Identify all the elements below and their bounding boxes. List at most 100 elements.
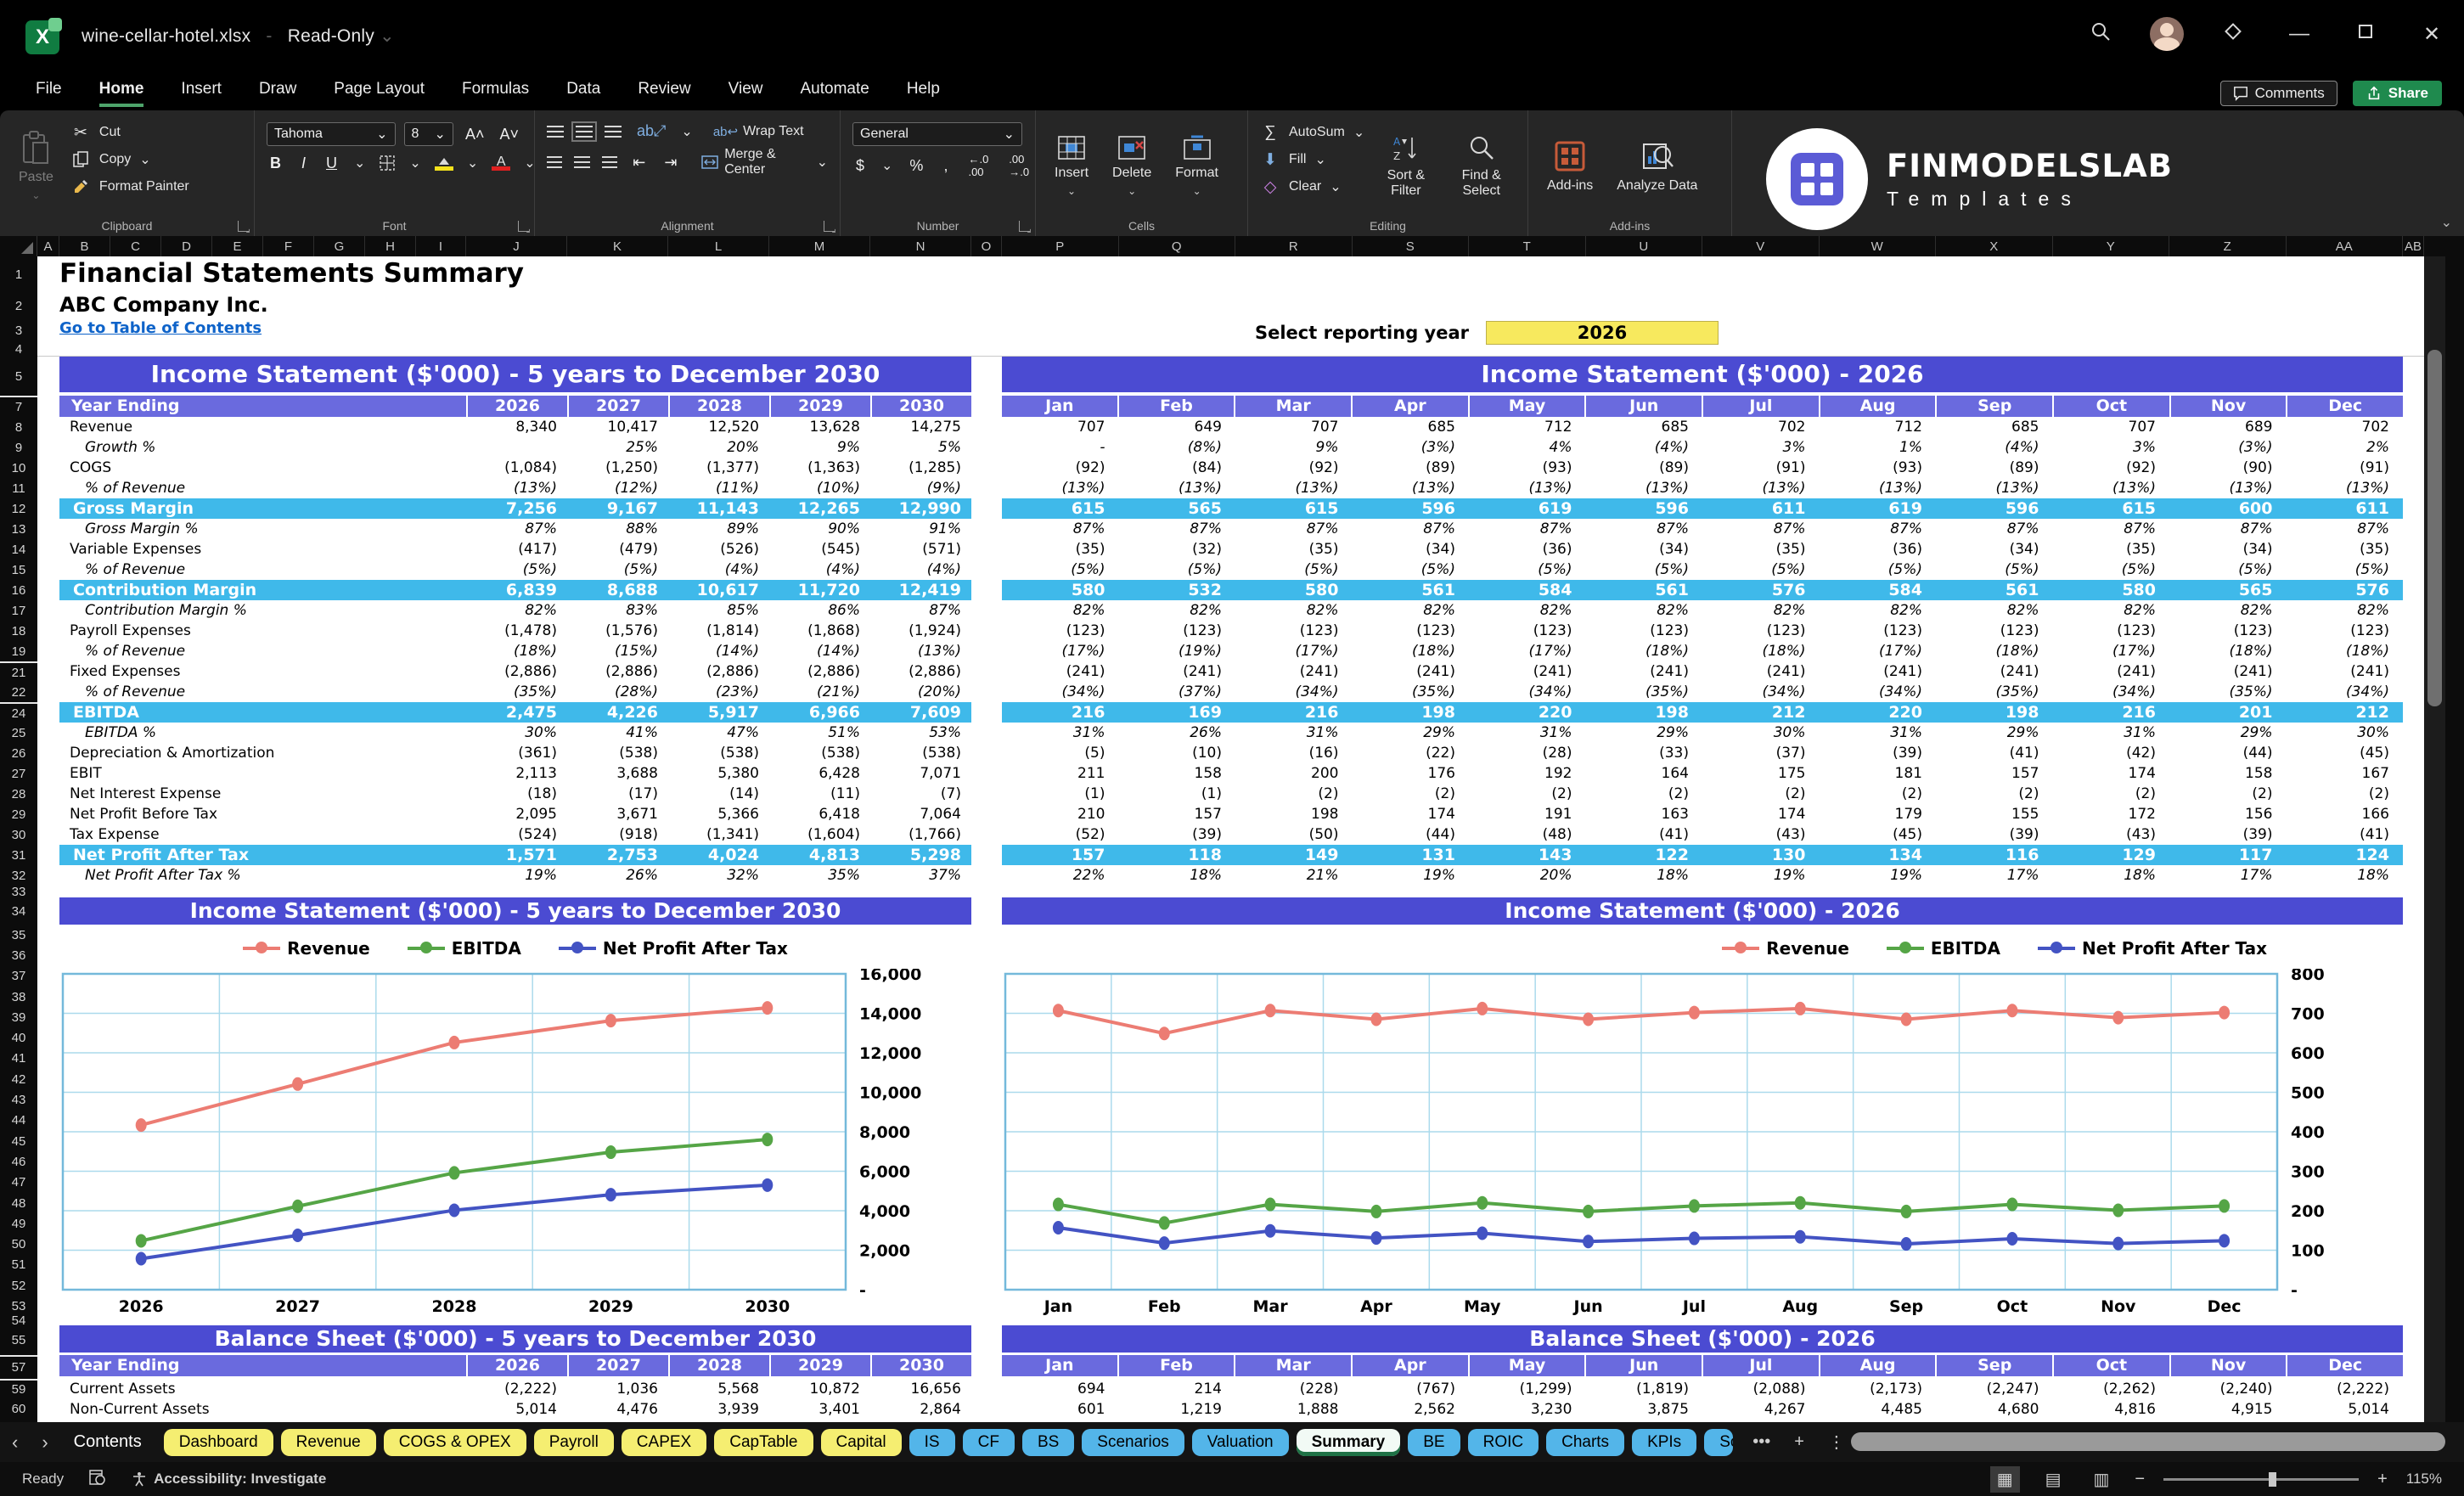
cell[interactable]: (241) bbox=[1002, 661, 1119, 682]
cell[interactable]: 164 bbox=[1586, 763, 1703, 784]
cell[interactable]: (17%) bbox=[1469, 641, 1586, 661]
cell[interactable]: 596 bbox=[1936, 498, 2053, 519]
next-sheet-icon[interactable]: › bbox=[30, 1431, 59, 1454]
row-header-52[interactable]: 52 bbox=[0, 1275, 37, 1296]
sheet-tab-dashboard[interactable]: Dashboard bbox=[163, 1428, 273, 1456]
cell[interactable]: (13%) bbox=[2169, 478, 2287, 498]
cell[interactable]: (43) bbox=[1702, 824, 1820, 845]
cell[interactable]: (34%) bbox=[2287, 682, 2404, 702]
cell[interactable]: 619 bbox=[1469, 498, 1586, 519]
cell[interactable]: (123) bbox=[1469, 621, 1586, 641]
cell[interactable]: 3,688 bbox=[567, 763, 668, 784]
cell[interactable]: (9%) bbox=[870, 478, 971, 498]
sheet-tab-be[interactable]: BE bbox=[1408, 1428, 1460, 1456]
cell[interactable]: (18%) bbox=[1702, 641, 1820, 661]
cell[interactable]: (89) bbox=[1353, 458, 1470, 478]
row-header-54[interactable]: 54 bbox=[0, 1313, 37, 1328]
cell[interactable]: (34%) bbox=[1235, 682, 1353, 702]
cell[interactable]: (36) bbox=[1820, 539, 1937, 560]
cell[interactable]: 85% bbox=[668, 600, 769, 621]
cell[interactable]: (1) bbox=[1119, 784, 1236, 804]
period-header-cell[interactable]: Oct bbox=[2052, 1355, 2169, 1376]
cell[interactable]: 3% bbox=[1702, 437, 1820, 458]
period-header-cell[interactable]: Mar bbox=[1234, 1355, 1351, 1376]
cell[interactable]: 156 bbox=[2169, 804, 2287, 824]
cell[interactable]: (41) bbox=[1586, 824, 1703, 845]
row-header-36[interactable]: 36 bbox=[0, 945, 37, 965]
cell[interactable]: 30% bbox=[466, 723, 567, 743]
cell[interactable]: 6,966 bbox=[769, 702, 870, 723]
cell[interactable]: 176 bbox=[1353, 763, 1470, 784]
cell[interactable]: 22% bbox=[1002, 865, 1119, 886]
row-label-cell[interactable]: Revenue bbox=[59, 417, 466, 437]
cell[interactable]: (11%) bbox=[668, 478, 769, 498]
cell[interactable]: 89% bbox=[668, 519, 769, 539]
cell[interactable]: (89) bbox=[1936, 458, 2053, 478]
paste-button[interactable]: Paste ⌄ bbox=[12, 119, 60, 214]
cell[interactable]: 31% bbox=[1469, 723, 1586, 743]
cell[interactable]: 5,366 bbox=[668, 804, 769, 824]
row-header-16[interactable]: 16 bbox=[0, 580, 37, 600]
menu-tab-view[interactable]: View bbox=[729, 80, 763, 107]
cell[interactable]: 31% bbox=[1002, 723, 1119, 743]
percent-style-button[interactable]: % bbox=[906, 157, 926, 175]
row-header-45[interactable]: 45 bbox=[0, 1131, 37, 1151]
cell[interactable]: (767) bbox=[1353, 1379, 1470, 1399]
cell[interactable]: (1,766) bbox=[870, 824, 971, 845]
cell[interactable]: (123) bbox=[1119, 621, 1236, 641]
sheet-tab-cf[interactable]: CF bbox=[962, 1428, 1015, 1456]
cell[interactable]: 649 bbox=[1119, 417, 1236, 437]
cell[interactable]: 11,143 bbox=[668, 498, 769, 519]
cell[interactable]: (538) bbox=[870, 743, 971, 763]
increase-decimal-button[interactable]: ←.0.00 bbox=[965, 153, 992, 178]
cell[interactable]: 8,340 bbox=[466, 417, 567, 437]
cell[interactable]: 685 bbox=[1353, 417, 1470, 437]
sheet-options-icon[interactable]: ⋮ bbox=[1828, 1431, 1845, 1453]
cell[interactable]: 19% bbox=[466, 865, 567, 886]
cell[interactable]: 2,753 bbox=[567, 845, 668, 865]
cell[interactable]: (13%) bbox=[2053, 478, 2170, 498]
cell[interactable]: (3%) bbox=[2169, 437, 2287, 458]
period-header-cell[interactable]: Jan bbox=[1002, 1355, 1117, 1376]
period-header-cell[interactable]: Feb bbox=[1117, 396, 1235, 417]
cell[interactable]: 86% bbox=[769, 600, 870, 621]
cell[interactable]: (13%) bbox=[1119, 478, 1236, 498]
clear-button[interactable]: ◇ Clear ⌄ bbox=[1260, 177, 1364, 197]
row-header-31[interactable]: 31 bbox=[0, 845, 37, 865]
cell[interactable]: 134 bbox=[1820, 845, 1937, 865]
font-color-button[interactable]: A bbox=[492, 155, 511, 171]
cell[interactable]: (18%) bbox=[2169, 641, 2287, 661]
cell[interactable]: (91) bbox=[1702, 458, 1820, 478]
search-icon[interactable] bbox=[2084, 21, 2118, 48]
row-header-28[interactable]: 28 bbox=[0, 784, 37, 804]
cell[interactable]: 87% bbox=[1119, 519, 1236, 539]
cell[interactable]: (13%) bbox=[1002, 478, 1119, 498]
format-cells-button[interactable]: Format ⌄ bbox=[1168, 119, 1225, 214]
column-header-G[interactable]: G bbox=[314, 236, 365, 256]
period-header-cell[interactable]: 2028 bbox=[668, 1355, 769, 1376]
cell[interactable]: (1) bbox=[1002, 784, 1119, 804]
row-header-18[interactable]: 18 bbox=[0, 621, 37, 641]
cell[interactable]: 5,568 bbox=[668, 1379, 769, 1399]
cell[interactable]: 192 bbox=[1469, 763, 1586, 784]
cell[interactable]: (526) bbox=[668, 539, 769, 560]
column-header-AA[interactable]: AA bbox=[2287, 236, 2403, 256]
cell[interactable]: 82% bbox=[1469, 600, 1586, 621]
cell[interactable]: (538) bbox=[769, 743, 870, 763]
cell[interactable]: (5%) bbox=[1353, 560, 1470, 580]
row-header-27[interactable]: 27 bbox=[0, 763, 37, 784]
cell[interactable]: (18%) bbox=[1936, 641, 2053, 661]
row-header-2[interactable]: 2 bbox=[0, 292, 37, 319]
cell[interactable]: (241) bbox=[1119, 661, 1236, 682]
cell[interactable]: (4%) bbox=[769, 560, 870, 580]
cell[interactable]: 20% bbox=[668, 437, 769, 458]
addins-button[interactable]: Add-ins bbox=[1540, 119, 1600, 214]
row-header-19[interactable]: 19 bbox=[0, 641, 37, 661]
cell[interactable]: 7,256 bbox=[466, 498, 567, 519]
cell[interactable]: 5,014 bbox=[466, 1399, 567, 1420]
sheet-tab-kpis[interactable]: KPIs bbox=[1632, 1428, 1697, 1456]
sheet-tab-cogs-opex[interactable]: COGS & OPEX bbox=[383, 1428, 526, 1456]
cell[interactable]: 131 bbox=[1353, 845, 1470, 865]
cell[interactable]: 702 bbox=[1702, 417, 1820, 437]
row-header-14[interactable]: 14 bbox=[0, 539, 37, 560]
